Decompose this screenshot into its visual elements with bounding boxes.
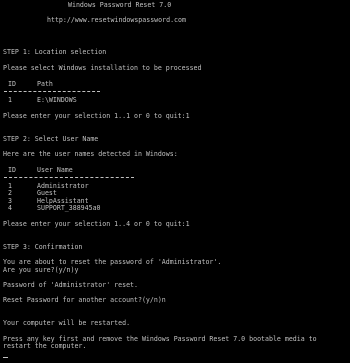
step2-col-user: User Name [37,166,73,174]
console-window[interactable]: Windows Password Reset 7.0 http://www.re… [0,0,350,363]
step1-instruction: Please select Windows installation to be… [3,64,202,72]
step1-divider [4,91,100,92]
step2-col-id: ID [8,166,16,174]
remove-media-line2: restart the computer. [3,342,87,350]
step1-col-path: Path [37,80,53,88]
step1-row-id: 1 [8,96,12,104]
step3-result: Password of 'Administrator' reset. [3,281,138,289]
step1-prompt: Please enter your selection 1..1 or 0 to… [3,112,190,120]
step1-row-path: E:\WINDOWS [37,96,77,104]
step3-confirm-line2: Are you sure?(y/n)y [3,266,79,274]
step2-heading: STEP 2: Select User Name [3,135,99,143]
app-title: Windows Password Reset 7.0 [68,1,172,9]
text-cursor [3,357,8,358]
restart-notice: Your computer will be restarted. [3,319,131,327]
step3-heading: STEP 3: Confirmation [3,243,83,251]
app-url: http://www.resetwindowspassword.com [47,16,186,24]
step2-row-id: 4 [8,204,12,212]
step2-divider [4,177,134,178]
step2-prompt: Please enter your selection 1..4 or 0 to… [3,220,190,228]
step3-another-prompt: Reset Password for another account?(y/n)… [3,296,166,304]
step2-row-user: SUPPORT_388945a0 [37,204,101,212]
step1-heading: STEP 1: Location selection [3,48,107,56]
step2-instruction: Here are the user names detected in Wind… [3,150,178,158]
step1-col-id: ID [8,80,16,88]
